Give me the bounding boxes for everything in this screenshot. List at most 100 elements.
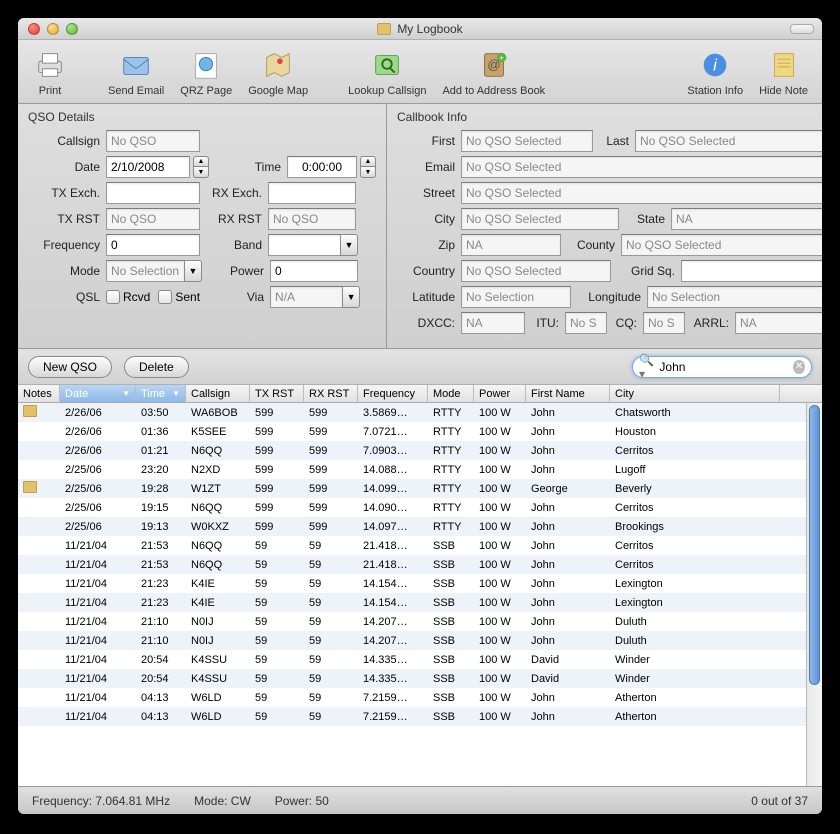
cell: 2/25/06 (60, 483, 136, 495)
grid-field[interactable] (681, 260, 822, 282)
via-combo[interactable]: ▼ (270, 286, 360, 308)
band-combo[interactable]: ▼ (268, 234, 358, 256)
table-row[interactable]: 2/25/0619:15N6QQ59959914.090…RTTY100 WJo… (18, 498, 822, 517)
hide-note-button[interactable]: Hide Note (759, 47, 808, 97)
toolbar-toggle-button[interactable] (790, 24, 814, 34)
table-row[interactable]: 11/21/0404:13W6LD59597.2159…SSB100 WJohn… (18, 688, 822, 707)
column-header[interactable]: Frequency (358, 385, 428, 402)
send-email-button[interactable]: Send Email (108, 47, 164, 97)
txexch-field[interactable] (106, 182, 200, 204)
table-row[interactable]: 11/21/0420:54K4SSU595914.335…SSB100 WDav… (18, 669, 822, 688)
cell: Chatsworth (610, 407, 780, 419)
cell: 20:54 (136, 673, 186, 685)
cell: 599 (250, 426, 304, 438)
column-header[interactable]: Time▼ (136, 385, 186, 402)
delete-button[interactable]: Delete (124, 356, 189, 378)
city-field[interactable] (461, 208, 619, 230)
search-input[interactable]: 🔍▾ ✕ (632, 356, 812, 378)
column-header[interactable]: First Name (526, 385, 610, 402)
cq-field[interactable] (643, 312, 685, 334)
qsl-sent-checkbox[interactable] (158, 290, 172, 304)
minimize-icon[interactable] (47, 23, 59, 35)
itu-field[interactable] (565, 312, 607, 334)
lat-field[interactable] (461, 286, 571, 308)
column-header[interactable]: City (610, 385, 780, 402)
cell: 59 (304, 711, 358, 723)
column-header[interactable]: Callsign (186, 385, 250, 402)
country-field[interactable] (461, 260, 611, 282)
table-row[interactable]: 2/25/0619:13W0KXZ59959914.097…RTTY100 WJ… (18, 517, 822, 536)
station-info-button[interactable]: i Station Info (687, 47, 743, 97)
table-row[interactable]: 11/21/0421:53N6QQ595921.418…SSB100 WJohn… (18, 536, 822, 555)
rxexch-field[interactable] (268, 182, 356, 204)
table-row[interactable]: 11/21/0421:23K4IE595914.154…SSB100 WJohn… (18, 593, 822, 612)
arrl-field[interactable] (735, 312, 822, 334)
cell: 59 (304, 559, 358, 571)
qsl-rcvd-checkbox[interactable] (106, 290, 120, 304)
table-row[interactable]: 11/21/0421:23K4IE595914.154…SSB100 WJohn… (18, 574, 822, 593)
column-header[interactable]: TX RST (250, 385, 304, 402)
cell: 100 W (474, 521, 526, 533)
clear-search-icon[interactable]: ✕ (793, 360, 805, 374)
table-row[interactable]: 2/25/0623:20N2XD59959914.088…RTTY100 WJo… (18, 460, 822, 479)
street-field[interactable] (461, 182, 822, 204)
cell: SSB (428, 635, 474, 647)
cell: 11/21/04 (60, 540, 136, 552)
table-row[interactable]: 2/26/0601:21N6QQ5995997.0903…RTTY100 WJo… (18, 441, 822, 460)
table-row[interactable]: 11/21/0404:13W6LD59597.2159…SSB100 WJohn… (18, 707, 822, 726)
email-field[interactable] (461, 156, 822, 178)
new-qso-button[interactable]: New QSO (28, 356, 112, 378)
cell: 14.207… (358, 635, 428, 647)
action-bar: New QSO Delete 🔍▾ ✕ (18, 349, 822, 385)
dxcc-field[interactable] (461, 312, 525, 334)
country-label: Country (397, 264, 455, 278)
date-field[interactable] (106, 156, 190, 178)
cell: N2XD (186, 464, 250, 476)
cell: 7.2159… (358, 711, 428, 723)
lookup-callsign-button[interactable]: Lookup Callsign (348, 47, 426, 97)
county-field[interactable] (621, 234, 822, 256)
table-row[interactable]: 2/25/0619:28W1ZT59959914.099…RTTY100 WGe… (18, 479, 822, 498)
google-map-button[interactable]: Google Map (248, 47, 308, 97)
freq-field[interactable] (106, 234, 200, 256)
cell: 100 W (474, 578, 526, 590)
table-row[interactable]: 11/21/0421:53N6QQ595921.418…SSB100 WJohn… (18, 555, 822, 574)
column-header[interactable]: Mode (428, 385, 474, 402)
scrollbar[interactable] (806, 403, 822, 786)
state-field[interactable] (671, 208, 822, 230)
cell: 59 (304, 673, 358, 685)
zoom-icon[interactable] (66, 23, 78, 35)
close-icon[interactable] (28, 23, 40, 35)
qrz-page-button[interactable]: QRZ Page (180, 47, 232, 97)
table-row[interactable]: 2/26/0603:50WA6BOB5995993.5869…RTTY100 W… (18, 403, 822, 422)
cell: John (526, 578, 610, 590)
cell: K4SSU (186, 654, 250, 666)
cell: John (526, 616, 610, 628)
print-button[interactable]: Print (32, 47, 68, 97)
cell: 19:13 (136, 521, 186, 533)
table-row[interactable]: 11/21/0420:54K4SSU595914.335…SSB100 WDav… (18, 650, 822, 669)
first-field[interactable] (461, 130, 593, 152)
lon-field[interactable] (647, 286, 822, 308)
time-stepper[interactable]: ▲▼ (360, 156, 376, 178)
txrst-field[interactable] (106, 208, 200, 230)
rxrst-field[interactable] (268, 208, 356, 230)
column-header[interactable]: Notes (18, 385, 60, 402)
scroll-thumb[interactable] (809, 405, 820, 685)
cell: George (526, 483, 610, 495)
time-field[interactable] (287, 156, 357, 178)
table-row[interactable]: 11/21/0421:10N0IJ595914.207…SSB100 WJohn… (18, 631, 822, 650)
table-row[interactable]: 2/26/0601:36K5SEE5995997.0721…RTTY100 WJ… (18, 422, 822, 441)
callsign-field[interactable] (106, 130, 200, 152)
cell: 21.418… (358, 559, 428, 571)
column-header[interactable]: Date▼ (60, 385, 136, 402)
column-header[interactable]: RX RST (304, 385, 358, 402)
add-addressbook-button[interactable]: @+ Add to Address Book (442, 47, 545, 97)
power-field[interactable] (270, 260, 358, 282)
table-row[interactable]: 11/21/0421:10N0IJ595914.207…SSB100 WJohn… (18, 612, 822, 631)
zip-field[interactable] (461, 234, 561, 256)
last-field[interactable] (635, 130, 822, 152)
date-stepper[interactable]: ▲▼ (193, 156, 209, 178)
column-header[interactable]: Power (474, 385, 526, 402)
mode-combo[interactable]: ▼ (106, 260, 202, 282)
